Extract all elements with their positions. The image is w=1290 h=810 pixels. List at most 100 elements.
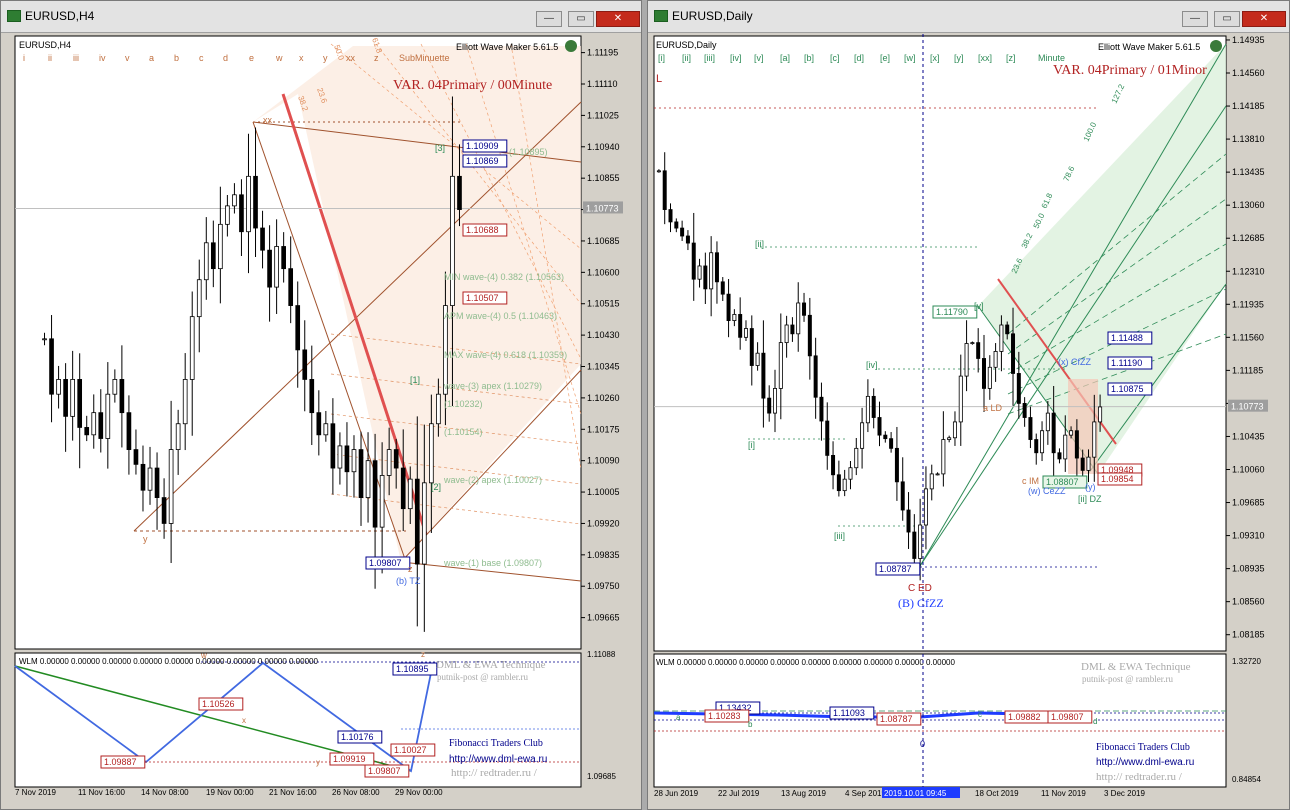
candle bbox=[1005, 324, 1010, 335]
price-tick: 1.09750 bbox=[587, 581, 620, 591]
chart-window-icon bbox=[7, 10, 21, 22]
candle bbox=[1028, 417, 1033, 440]
candle bbox=[274, 246, 279, 288]
candle bbox=[239, 194, 244, 233]
candle bbox=[732, 314, 737, 321]
candle bbox=[393, 449, 399, 469]
price-tick: 1.10430 bbox=[587, 330, 620, 340]
candle bbox=[295, 305, 301, 351]
wave-label: iii bbox=[73, 53, 79, 63]
minimize-button[interactable]: — bbox=[1182, 11, 1208, 27]
credit-dml: DML & EWA Technique bbox=[436, 659, 546, 671]
candle bbox=[784, 324, 789, 344]
candle bbox=[848, 467, 853, 480]
candle bbox=[1063, 434, 1068, 460]
price-box: 1.11488 bbox=[1111, 333, 1143, 343]
candle bbox=[112, 379, 118, 395]
wave-label: [ii] bbox=[682, 53, 691, 63]
price-tick: 1.09835 bbox=[587, 550, 620, 560]
price-tick: 1.09310 bbox=[1232, 531, 1265, 541]
date-tick: 18 Oct 2019 bbox=[975, 789, 1019, 798]
price-tick: 1.11025 bbox=[587, 110, 619, 120]
indicator-tick: 1.09685 bbox=[587, 772, 616, 781]
minimize-button[interactable]: — bbox=[536, 11, 562, 27]
maximize-button[interactable]: ▭ bbox=[1214, 11, 1240, 27]
date-tick: 4 Sep 2019 bbox=[845, 789, 886, 798]
ewm-label: Elliott Wave Maker 5.61.5 bbox=[1098, 42, 1200, 52]
wave-label: [w] bbox=[904, 53, 916, 63]
indicator-tick: 1.32720 bbox=[1232, 657, 1261, 666]
candle bbox=[929, 473, 934, 490]
candle bbox=[63, 379, 68, 417]
wave-point: [1] bbox=[410, 375, 420, 385]
daily-chart[interactable]: [i] [ii] [iii] [iv] [v] [a] [b] [c] [d] [e] [w] [x]… bbox=[648, 34, 1289, 810]
indicator-zero: 0 bbox=[920, 739, 925, 749]
indicator-box: 1.09919 bbox=[333, 754, 366, 764]
indicator-box: 1.08787 bbox=[880, 714, 913, 724]
candle bbox=[457, 175, 462, 210]
candle bbox=[993, 351, 998, 368]
wave-point: (y) bbox=[1085, 482, 1096, 492]
candle bbox=[56, 379, 61, 395]
wave-label: a bbox=[149, 53, 154, 63]
indicator-letter: z bbox=[421, 650, 425, 659]
wave-label: [x] bbox=[930, 53, 940, 63]
candle bbox=[981, 358, 986, 389]
candle bbox=[182, 379, 188, 425]
indicator-tick: 0.84854 bbox=[1232, 775, 1261, 784]
symbol-label: EURUSD,H4 bbox=[19, 40, 71, 50]
date-tick: 11 Nov 2019 bbox=[1041, 789, 1086, 798]
indicator-letter: c bbox=[978, 710, 982, 719]
wave-label: z bbox=[374, 53, 379, 63]
candle bbox=[330, 423, 336, 469]
close-button[interactable]: ✕ bbox=[596, 11, 640, 27]
wave-point: a LD bbox=[983, 403, 1003, 413]
candle bbox=[871, 395, 876, 418]
credit-trader: http:// redtrader.ru / bbox=[451, 767, 538, 779]
candle bbox=[372, 460, 378, 528]
title-bar[interactable]: EURUSD,Daily — ▭ ✕ bbox=[648, 1, 1289, 33]
candle bbox=[656, 170, 661, 173]
window-h4[interactable]: EURUSD,H4 — ▭ ✕ i ii iii iv v a b c d e w x y xx z SubM… bbox=[0, 0, 642, 810]
indicator-box: 1.10176 bbox=[341, 732, 374, 742]
note: MIN wave-(4) 0.382 (1.10563) bbox=[444, 272, 564, 282]
window-daily[interactable]: EURUSD,Daily — ▭ ✕ [i] [ii] [iii] [iv] [v] [a… bbox=[647, 0, 1290, 810]
indicator-letter: y bbox=[316, 758, 320, 767]
price-tick: 1.13435 bbox=[1232, 167, 1265, 177]
candle bbox=[709, 252, 714, 290]
price-tick: 1.11935 bbox=[1232, 299, 1264, 309]
candle bbox=[807, 314, 812, 357]
wave-label: b bbox=[174, 53, 179, 63]
candle bbox=[203, 242, 209, 281]
price-tick: 1.09665 bbox=[587, 613, 620, 623]
candle bbox=[755, 352, 760, 366]
maximize-button[interactable]: ▭ bbox=[568, 11, 594, 27]
wave-point: (w) CeZZ bbox=[1028, 486, 1066, 496]
date-tick: 26 Nov 08:00 bbox=[332, 788, 380, 797]
h4-chart[interactable]: i ii iii iv v a b c d e w x y xx z SubMinuetteEURUSD,H4… bbox=[1, 34, 641, 810]
wave-label: w bbox=[275, 53, 283, 63]
price-tick: 1.10685 bbox=[587, 236, 620, 246]
candle bbox=[379, 475, 385, 528]
wave-label: [e] bbox=[880, 53, 890, 63]
wave-point: (B) CfZZ bbox=[898, 596, 944, 610]
wave-label: [c] bbox=[830, 53, 840, 63]
close-button[interactable]: ✕ bbox=[1242, 11, 1286, 27]
wave-point: (b) TZ bbox=[396, 576, 421, 586]
candle bbox=[147, 467, 153, 491]
candle bbox=[836, 474, 841, 492]
wave-point: [2] bbox=[431, 482, 441, 492]
wave-label: x bbox=[299, 53, 304, 63]
candle bbox=[778, 342, 783, 389]
window-title: EURUSD,Daily bbox=[672, 9, 753, 23]
candle bbox=[260, 227, 265, 251]
candle bbox=[1022, 403, 1027, 418]
title-bar[interactable]: EURUSD,H4 — ▭ ✕ bbox=[1, 1, 641, 33]
wave-label: [a] bbox=[780, 53, 790, 63]
date-tick: 28 Jun 2019 bbox=[654, 789, 699, 798]
candle bbox=[1045, 412, 1050, 432]
price-box: 1.11190 bbox=[1111, 358, 1142, 368]
indicator-letter: w bbox=[200, 651, 207, 660]
price-tick: 1.09920 bbox=[587, 518, 620, 528]
candle bbox=[918, 524, 923, 559]
